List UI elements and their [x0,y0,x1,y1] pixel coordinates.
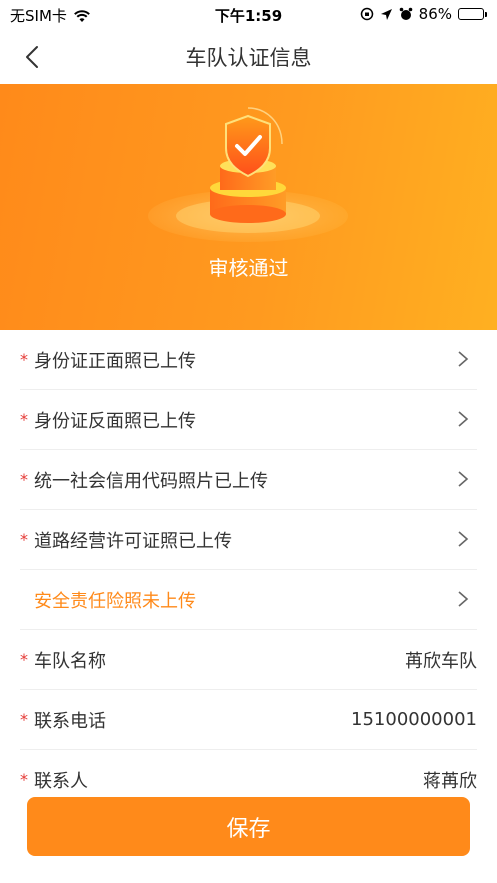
fleet-name-row[interactable]: * 车队名称 苒欣车队 [20,630,477,690]
fleet-name-value: 苒欣车队 [405,650,477,672]
battery-percent: 86% [418,5,452,23]
nav-bar: 车队认证信息 [0,30,497,84]
certification-list: * 身份证正面照已上传 * 身份证反面照已上传 * 统一社会信用代码照片已上传 … [0,330,497,809]
required-mark: * [20,410,28,429]
contact-phone-value: 15100000001 [351,709,477,730]
review-status-text: 审核通过 [208,256,289,280]
row-label: 安全责任险照未上传 [34,590,196,612]
approved-shield-illustration [148,107,348,242]
safety-insurance-photo-row[interactable]: 安全责任险照未上传 [20,570,477,630]
required-mark: * [20,350,28,369]
contact-person-value: 蒋苒欣 [423,770,477,792]
chevron-right-icon [458,531,469,547]
id-back-photo-row[interactable]: * 身份证反面照已上传 [20,390,477,450]
row-label: 联系人 [34,770,88,792]
location-icon [380,8,392,20]
status-bar: 无SIM卡 下午1:59 86% [0,0,497,30]
row-label: 道路经营许可证照已上传 [34,530,232,552]
chevron-right-icon [458,411,469,427]
status-right: 86% [360,5,487,23]
orientation-lock-icon [360,7,373,21]
chevron-right-icon [458,471,469,487]
row-label: 联系电话 [34,710,106,732]
row-label: 身份证反面照已上传 [34,410,196,432]
alarm-icon [399,7,412,20]
status-banner: 审核通过 [0,84,497,330]
page-title: 车队认证信息 [185,46,312,70]
required-mark: * [20,770,28,789]
required-mark: * [20,530,28,549]
road-license-photo-row[interactable]: * 道路经营许可证照已上传 [20,510,477,570]
credit-code-photo-row[interactable]: * 统一社会信用代码照片已上传 [20,450,477,510]
row-label: 车队名称 [34,650,106,672]
battery-icon [458,8,487,20]
id-front-photo-row[interactable]: * 身份证正面照已上传 [20,330,477,390]
save-button[interactable]: 保存 [27,797,470,856]
required-mark: * [20,710,28,729]
required-mark: * [20,470,28,489]
chevron-right-icon [458,591,469,607]
chevron-right-icon [458,351,469,367]
contact-phone-row[interactable]: * 联系电话 15100000001 [20,690,477,750]
row-label: 统一社会信用代码照片已上传 [34,470,268,492]
required-mark: * [20,650,28,669]
row-label: 身份证正面照已上传 [34,350,196,372]
